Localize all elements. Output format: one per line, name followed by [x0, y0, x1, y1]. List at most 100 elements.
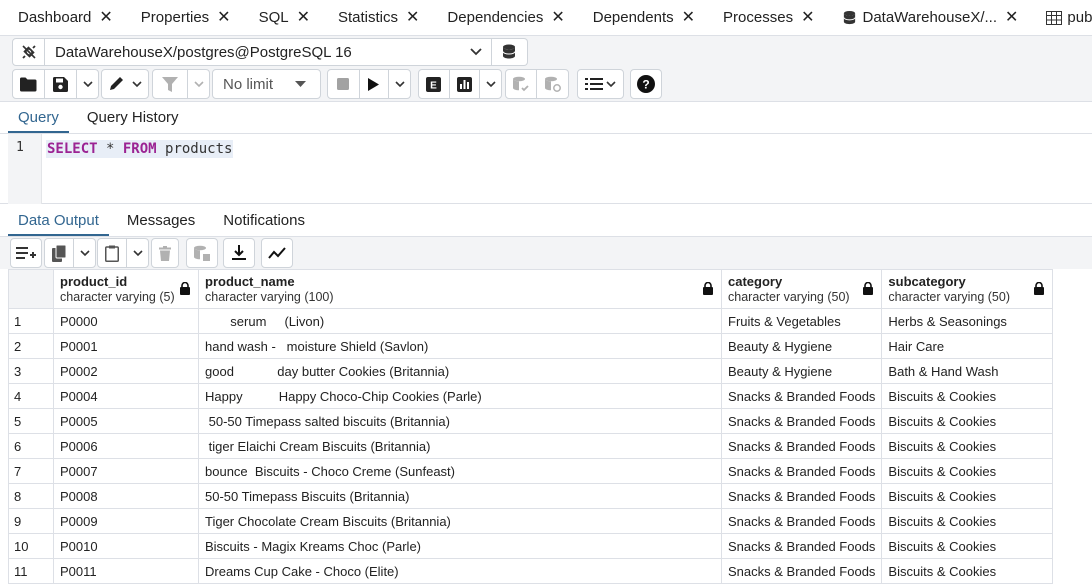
cell-product-id[interactable]: P0002 — [53, 358, 199, 384]
explain-button[interactable]: E — [419, 70, 450, 98]
cell-category[interactable]: Beauty & Hygiene — [720, 358, 883, 384]
cell-product-id[interactable]: P0011 — [53, 558, 199, 584]
cell-subcategory[interactable]: Hair Care — [881, 333, 1054, 359]
cell-product-id[interactable]: P0006 — [53, 433, 199, 459]
column-header-product-id[interactable]: product_id character varying (5) — [53, 269, 199, 309]
cell-product-id[interactable]: P0000 — [53, 308, 199, 334]
close-icon[interactable]: ✕ — [297, 9, 310, 26]
cell-category[interactable]: Snacks & Branded Foods — [720, 458, 883, 484]
tab-statistics[interactable]: Statistics ✕ — [320, 0, 429, 35]
cell-product-id[interactable]: P0008 — [53, 483, 199, 509]
cell-product-id[interactable]: P0007 — [53, 458, 199, 484]
table-row[interactable]: 6 P0006 tiger Elaichi Cream Biscuits (Bri… — [8, 433, 1054, 459]
filter-button[interactable] — [153, 70, 189, 98]
tab-data-output[interactable]: Data Output — [8, 212, 109, 236]
table-row[interactable]: 5 P0005 50-50 Timepass salted biscuits (B… — [8, 408, 1054, 434]
cell-subcategory[interactable]: Biscuits & Cookies — [881, 533, 1054, 559]
help-button[interactable]: ? — [631, 70, 661, 98]
close-icon[interactable]: ✕ — [99, 9, 112, 26]
close-icon[interactable]: ✕ — [1005, 9, 1018, 26]
cell-product-name[interactable]: 50-50 Timepass salted biscuits (Britanni… — [198, 408, 722, 434]
cell-product-id[interactable]: P0001 — [53, 333, 199, 359]
save-options-button[interactable] — [77, 70, 98, 98]
table-row[interactable]: 11 P0011 Dreams Cup Cake - Choco (Elite) Sn… — [8, 558, 1054, 584]
row-number[interactable]: 5 — [8, 408, 54, 434]
corner-cell[interactable] — [8, 269, 54, 309]
tab-query-history[interactable]: Query History — [77, 109, 189, 133]
cell-category[interactable]: Snacks & Branded Foods — [720, 433, 883, 459]
cell-subcategory[interactable]: Biscuits & Cookies — [881, 483, 1054, 509]
cell-product-name[interactable]: serum (Livon) — [198, 308, 722, 334]
cell-category[interactable]: Fruits & Vegetables — [720, 308, 883, 334]
tab-query-tool[interactable]: DataWarehouseX/... ✕ — [824, 0, 1028, 35]
cell-subcategory[interactable]: Herbs & Seasonings — [881, 308, 1054, 334]
download-button[interactable] — [224, 239, 254, 267]
tab-dependencies[interactable]: Dependencies ✕ — [429, 0, 574, 35]
new-connection-button[interactable] — [492, 38, 528, 66]
cell-product-name[interactable]: Happy Happy Choco-Chip Cookies (Parle) — [198, 383, 722, 409]
save-data-button[interactable] — [187, 239, 217, 267]
disconnect-icon[interactable] — [13, 39, 45, 65]
stop-button[interactable] — [328, 70, 360, 98]
row-number[interactable]: 7 — [8, 458, 54, 484]
close-icon[interactable]: ✕ — [801, 9, 814, 26]
tab-processes[interactable]: Processes ✕ — [705, 0, 824, 35]
copy-button[interactable] — [45, 239, 75, 267]
cell-subcategory[interactable]: Biscuits & Cookies — [881, 383, 1054, 409]
column-header-subcategory[interactable]: subcategory character varying (50) — [881, 269, 1054, 309]
edit-button[interactable] — [102, 70, 148, 98]
add-row-button[interactable] — [11, 239, 41, 267]
row-number[interactable]: 6 — [8, 433, 54, 459]
cell-category[interactable]: Snacks & Branded Foods — [720, 558, 883, 584]
sql-editor[interactable]: 1 SELECT * FROM products — [0, 134, 1092, 204]
cell-category[interactable]: Snacks & Branded Foods — [720, 533, 883, 559]
cell-product-id[interactable]: P0004 — [53, 383, 199, 409]
row-number[interactable]: 11 — [8, 558, 54, 584]
row-number[interactable]: 8 — [8, 483, 54, 509]
limit-select[interactable]: No limit — [212, 69, 321, 99]
cell-category[interactable]: Beauty & Hygiene — [720, 333, 883, 359]
cell-subcategory[interactable]: Biscuits & Cookies — [881, 408, 1054, 434]
cell-subcategory[interactable]: Biscuits & Cookies — [881, 558, 1054, 584]
cell-subcategory[interactable]: Bath & Hand Wash — [881, 358, 1054, 384]
cell-product-name[interactable]: Dreams Cup Cake - Choco (Elite) — [198, 558, 722, 584]
row-number[interactable]: 9 — [8, 508, 54, 534]
cell-category[interactable]: Snacks & Branded Foods — [720, 508, 883, 534]
table-row[interactable]: 3 P0002 good day butter Cookies (Britannia… — [8, 358, 1054, 384]
sql-line[interactable]: SELECT * FROM products — [46, 140, 234, 158]
cell-product-name[interactable]: hand wash - moisture Shield (Savlon) — [198, 333, 722, 359]
close-icon[interactable]: ✕ — [551, 9, 564, 26]
cell-product-name[interactable]: 50-50 Timepass Biscuits (Britannia) — [198, 483, 722, 509]
open-file-button[interactable] — [13, 70, 45, 98]
table-row[interactable]: 7 P0007 bounce Biscuits - Choco Creme (Sun… — [8, 458, 1054, 484]
cell-subcategory[interactable]: Biscuits & Cookies — [881, 508, 1054, 534]
cell-product-name[interactable]: bounce Biscuits - Choco Creme (Sunfeast) — [198, 458, 722, 484]
execute-button[interactable] — [360, 70, 390, 98]
table-row[interactable]: 10 P0010 Biscuits - Magix Kreams Choc (Par… — [8, 533, 1054, 559]
column-header-product-name[interactable]: product_name character varying (100) — [198, 269, 722, 309]
cell-product-id[interactable]: P0009 — [53, 508, 199, 534]
row-number[interactable]: 1 — [8, 308, 54, 334]
copy-options-button[interactable] — [74, 239, 95, 267]
paste-options-button[interactable] — [127, 239, 148, 267]
table-row[interactable]: 4 P0004 Happy Happy Choco-Chip Cookies (Pa… — [8, 383, 1054, 409]
commit-button[interactable] — [506, 70, 538, 98]
tab-messages[interactable]: Messages — [117, 212, 205, 236]
tab-properties[interactable]: Properties ✕ — [123, 0, 241, 35]
tab-dashboard[interactable]: Dashboard ✕ — [0, 0, 123, 35]
cell-category[interactable]: Snacks & Branded Foods — [720, 383, 883, 409]
cell-product-name[interactable]: good day butter Cookies (Britannia) — [198, 358, 722, 384]
paste-button[interactable] — [98, 239, 128, 267]
cell-product-name[interactable]: Tiger Chocolate Cream Biscuits (Britanni… — [198, 508, 722, 534]
cell-product-name[interactable]: Biscuits - Magix Kreams Choc (Parle) — [198, 533, 722, 559]
explain-options-button[interactable] — [480, 70, 501, 98]
close-icon[interactable]: ✕ — [217, 9, 230, 26]
table-row[interactable]: 1 P0000 serum (Livon) Fruits & Vegetables H… — [8, 308, 1054, 334]
cell-category[interactable]: Snacks & Branded Foods — [720, 483, 883, 509]
delete-button[interactable] — [152, 239, 178, 267]
tab-dependents[interactable]: Dependents ✕ — [575, 0, 705, 35]
macros-button[interactable] — [578, 70, 623, 98]
close-icon[interactable]: ✕ — [682, 9, 695, 26]
cell-product-id[interactable]: P0010 — [53, 533, 199, 559]
tab-view-data[interactable]: public.category/D...✕ — [1028, 0, 1092, 35]
